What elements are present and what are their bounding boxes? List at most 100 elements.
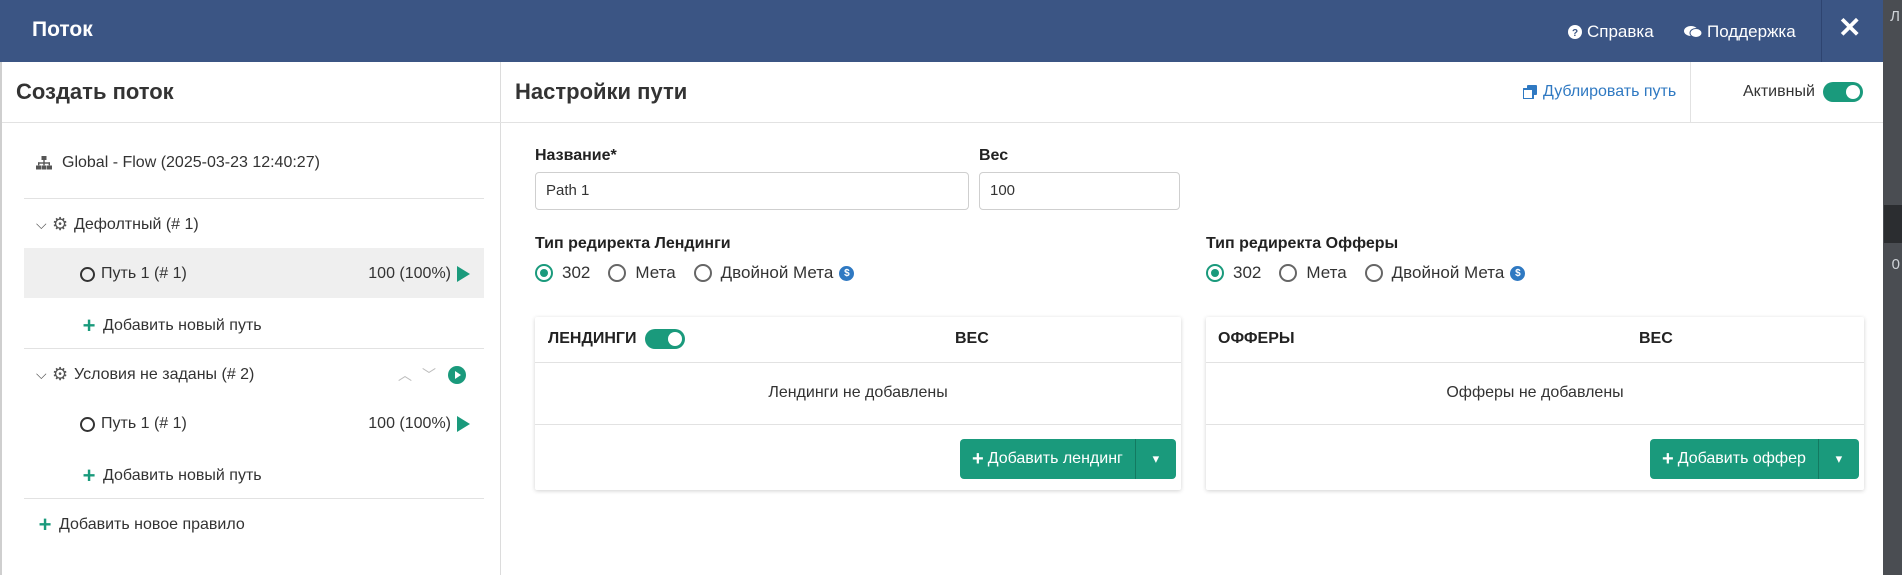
play-icon[interactable]	[457, 266, 470, 282]
path-weight: 100 (100%)	[368, 265, 451, 282]
divider	[24, 348, 484, 349]
plus-icon: +	[972, 447, 984, 470]
support-link[interactable]: Поддержка	[1684, 22, 1796, 42]
premium-dollar-icon: $	[1510, 265, 1526, 281]
divider	[1690, 62, 1691, 122]
support-label: Поддержка	[1707, 22, 1796, 41]
path-item[interactable]: Путь 1 (# 1) 100 (100%)	[80, 415, 470, 433]
active-toggle[interactable]	[1823, 82, 1863, 102]
rule-item[interactable]: ⌵ ⚙ Дефолтный (# 1)	[36, 214, 496, 235]
modal-title: Поток	[32, 18, 93, 41]
offers-header: ОФФЕРЫ	[1218, 330, 1295, 347]
path-item[interactable]: Путь 1 (# 1) 100 (100%)	[80, 265, 470, 283]
move-up-icon[interactable]: ︿	[398, 365, 412, 385]
radio-icon[interactable]	[693, 264, 712, 282]
landing-redirect-label: Тип редиректа Лендинги	[535, 235, 731, 252]
offer-redirect-group: 302 Мета Двойной Мета $	[1206, 263, 1543, 283]
divider	[24, 198, 484, 199]
landings-toggle[interactable]	[645, 329, 685, 349]
weight-input[interactable]: 100	[979, 172, 1180, 210]
flow-modal: Поток ? Справка Поддержка ✕ Создать пото…	[0, 0, 1883, 575]
divider	[2, 122, 502, 123]
radio-label: Двойной Мета	[1391, 263, 1505, 282]
duplicate-label: Дублировать путь	[1543, 83, 1677, 100]
add-landing-button[interactable]: + Добавить лендинг	[960, 439, 1135, 479]
landings-header: ЛЕНДИНГИ	[548, 330, 637, 347]
plus-icon: +	[82, 463, 96, 488]
offer-redirect-double-meta[interactable]: Двойной Мета $	[1364, 263, 1526, 283]
empty-message: Лендинги не добавлены	[535, 362, 1181, 425]
radio-checked-icon[interactable]	[535, 264, 553, 282]
add-offer-label: Добавить оффер	[1677, 450, 1806, 467]
duplicate-path-link[interactable]: Дублировать путь	[1523, 83, 1676, 101]
add-path-label: Добавить новый путь	[103, 317, 262, 334]
radio-label: Двойной Мета	[720, 263, 834, 282]
offer-redirect-meta[interactable]: Мета	[1279, 263, 1347, 283]
play-circle-icon[interactable]	[448, 365, 466, 384]
radio-icon[interactable]	[1279, 264, 1298, 282]
landings-card: ЛЕНДИНГИ ВЕС Лендинги не добавлены + Доб…	[535, 317, 1181, 490]
radio-label: Мета	[635, 263, 676, 282]
backdrop-text: Л	[1890, 8, 1900, 25]
gear-icon[interactable]: ⚙	[52, 214, 72, 235]
header-divider	[1821, 0, 1822, 62]
circle-icon	[80, 416, 95, 432]
radio-label: 302	[562, 263, 591, 282]
radio-icon[interactable]	[608, 264, 627, 282]
active-label: Активный	[1743, 83, 1815, 100]
sitemap-icon	[36, 156, 52, 170]
landing-redirect-double-meta[interactable]: Двойной Мета $	[693, 263, 855, 283]
add-rule-label: Добавить новое правило	[59, 516, 245, 533]
help-label: Справка	[1587, 22, 1654, 41]
weight-header: ВЕС	[955, 330, 989, 347]
circle-icon	[80, 266, 95, 282]
svg-text:?: ?	[1572, 28, 1578, 39]
weight-header: ВЕС	[1639, 330, 1673, 347]
empty-message: Офферы не добавлены	[1206, 362, 1864, 425]
flow-root-label: Global - Flow (2025-03-23 12:40:27)	[62, 154, 320, 171]
add-landing-button-group: + Добавить лендинг ▾	[960, 439, 1176, 479]
flow-root[interactable]: Global - Flow (2025-03-23 12:40:27)	[36, 154, 496, 172]
plus-icon: +	[82, 313, 96, 338]
premium-dollar-icon: $	[839, 265, 855, 281]
landing-redirect-group: 302 Мета Двойной Мета $	[535, 263, 872, 283]
landing-redirect-meta[interactable]: Мета	[608, 263, 676, 283]
divider	[24, 498, 484, 499]
offer-redirect-302[interactable]: 302	[1206, 263, 1261, 283]
play-icon[interactable]	[457, 416, 470, 432]
panel-title: Настройки пути	[515, 79, 688, 104]
rule-item[interactable]: ⌵ ⚙ Условия не заданы (# 2) ︿ ﹀	[36, 364, 466, 385]
flow-tree-panel: Создать поток Global - Flow (2025-03-23 …	[0, 62, 502, 575]
close-button[interactable]: ✕	[1838, 14, 1861, 42]
radio-icon[interactable]	[1364, 264, 1383, 282]
add-path-button[interactable]: + Добавить новый путь	[80, 465, 540, 487]
add-rule-button[interactable]: + Добавить новое правило	[36, 514, 496, 536]
panel-title: Создать поток	[16, 79, 174, 104]
name-label: Название*	[535, 147, 617, 164]
radio-label: Мета	[1306, 263, 1347, 282]
card-header: ОФФЕРЫ ВЕС	[1206, 317, 1864, 363]
add-offer-button-group: + Добавить оффер ▾	[1650, 439, 1859, 479]
offers-card: ОФФЕРЫ ВЕС Офферы не добавлены + Добавит…	[1206, 317, 1864, 490]
gear-icon[interactable]: ⚙	[52, 364, 72, 385]
move-down-icon[interactable]: ﹀	[422, 365, 436, 385]
name-input[interactable]: Path 1	[535, 172, 969, 210]
landing-redirect-302[interactable]: 302	[535, 263, 590, 283]
copy-icon	[1523, 85, 1537, 99]
add-path-button[interactable]: + Добавить новый путь	[80, 315, 540, 337]
help-link[interactable]: ? Справка	[1568, 22, 1654, 42]
chevron-down-icon[interactable]: ⌵	[36, 216, 52, 233]
rule-label: Дефолтный (# 1)	[74, 215, 199, 233]
chevron-down-icon[interactable]: ▾	[1817, 439, 1859, 479]
radio-checked-icon[interactable]	[1206, 264, 1224, 282]
backdrop-text: 0	[1891, 256, 1900, 273]
radio-label: 302	[1233, 263, 1262, 282]
chevron-down-icon[interactable]: ▾	[1134, 439, 1176, 479]
chevron-down-icon[interactable]: ⌵	[36, 366, 52, 383]
plus-icon: +	[1662, 447, 1674, 470]
card-header: ЛЕНДИНГИ ВЕС	[535, 317, 1181, 363]
rule-label: Условия не заданы (# 2)	[74, 365, 255, 383]
add-offer-button[interactable]: + Добавить оффер	[1650, 439, 1818, 479]
add-landing-label: Добавить лендинг	[987, 450, 1123, 467]
plus-icon: +	[38, 512, 52, 537]
